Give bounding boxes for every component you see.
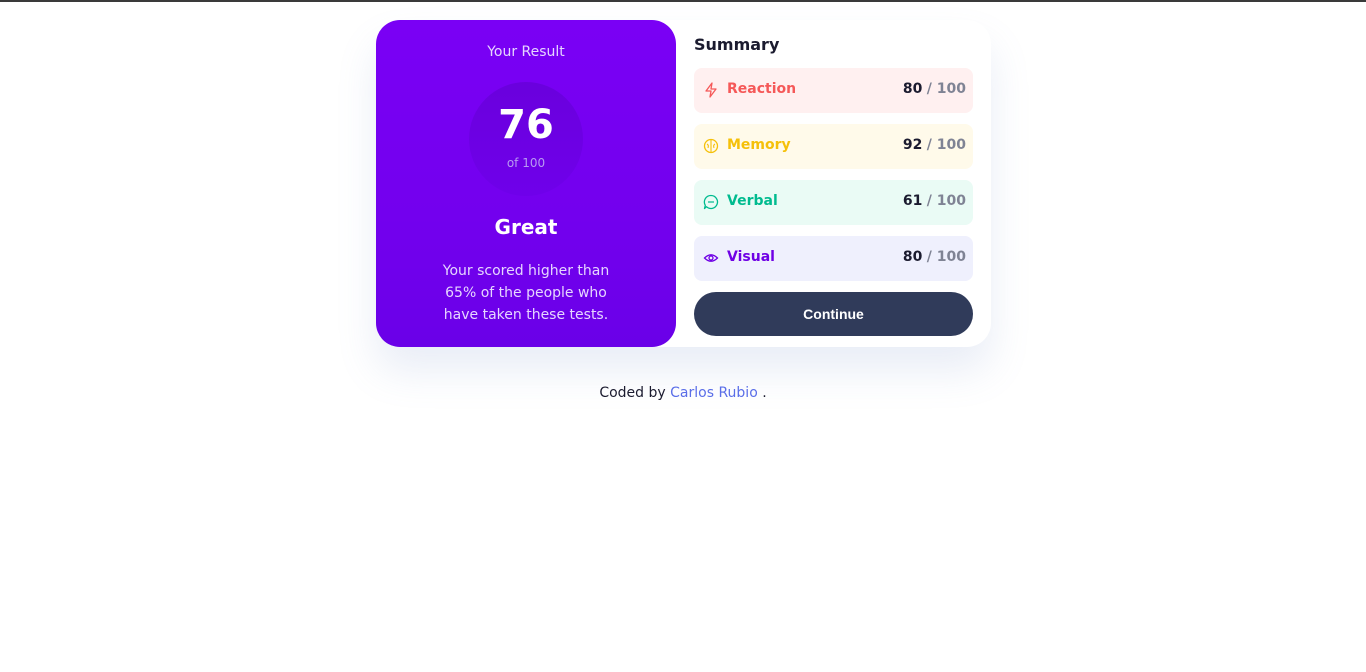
summary-item-label: Memory: [727, 137, 791, 153]
summary-item-memory: Memory 92 / 100: [694, 124, 973, 169]
summary-item-reaction: Reaction 80 / 100: [694, 68, 973, 113]
summary-panel: Summary Reaction 80 / 100 Memory 92 / 10…: [694, 20, 973, 347]
summary-item-visual: Visual 80 / 100: [694, 236, 973, 281]
summary-item-label: Visual: [727, 249, 775, 265]
summary-item-score: 61 / 100: [902, 193, 966, 209]
rating-label: Great: [494, 215, 558, 239]
lightning-icon: [705, 82, 717, 98]
score-circle: 76 of 100: [469, 82, 583, 196]
footer-suffix: .: [762, 385, 767, 401]
score-of-label: of 100: [506, 156, 546, 170]
summary-item-score: 80 / 100: [902, 81, 966, 97]
footer-prefix: Coded by: [599, 385, 666, 401]
summary-title: Summary: [694, 35, 780, 54]
result-panel: Your Result 76 of 100 Great Your scored …: [376, 20, 676, 347]
top-border: [0, 0, 1366, 2]
summary-item-verbal: Verbal 61 / 100: [694, 180, 973, 225]
author-link[interactable]: Carlos Rubio: [670, 385, 758, 401]
brain-icon: [703, 138, 719, 154]
summary-item-label: Verbal: [727, 193, 778, 209]
summary-item-score: 92 / 100: [902, 137, 966, 153]
results-summary-card: Your Result 76 of 100 Great Your scored …: [376, 20, 991, 347]
footer-credit: Coded by Carlos Rubio .: [0, 385, 1366, 401]
result-description: Your scored higher than 65% of the peopl…: [442, 263, 610, 323]
eye-icon: [703, 254, 719, 262]
chat-bubble-icon: [703, 194, 719, 210]
summary-item-label: Reaction: [727, 81, 797, 97]
result-title: Your Result: [487, 44, 565, 60]
score-value: 76: [498, 102, 554, 148]
continue-button[interactable]: Continue: [694, 292, 973, 336]
summary-item-score: 80 / 100: [902, 249, 966, 265]
